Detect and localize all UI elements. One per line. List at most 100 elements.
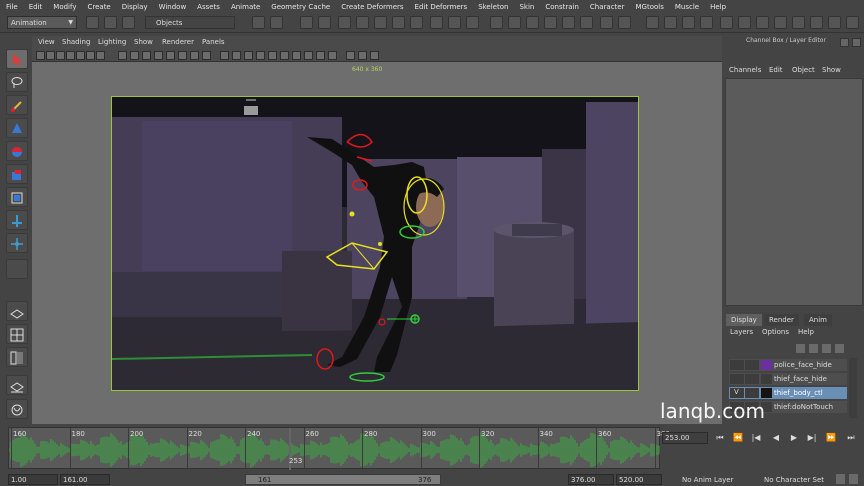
go-to-start-icon[interactable]: ⏮	[714, 433, 726, 444]
status-line-tool-icon[interactable]	[562, 16, 575, 29]
add-to-layer-icon[interactable]	[835, 344, 844, 353]
menu-constrain[interactable]: Constrain	[539, 3, 584, 11]
lasso-tool-icon[interactable]	[6, 72, 28, 92]
menu-geometry-cache[interactable]: Geometry Cache	[265, 3, 335, 11]
menu-create-deformers[interactable]: Create Deformers	[335, 3, 408, 11]
single-perspective-layout-icon[interactable]	[6, 301, 28, 321]
panel-tool-icon[interactable]	[86, 51, 95, 60]
last-tool-icon[interactable]	[6, 259, 28, 279]
persp-graph-layout-icon[interactable]	[6, 375, 28, 395]
soft-modification-icon[interactable]	[6, 210, 28, 230]
selection-mask-field[interactable]: Objects	[145, 16, 235, 29]
panel-menu-shading[interactable]: Shading	[62, 38, 90, 46]
panel-tool-icon[interactable]	[304, 51, 313, 60]
panel-tool-icon[interactable]	[316, 51, 325, 60]
panel-tool-icon[interactable]	[178, 51, 187, 60]
status-line-tool-icon[interactable]	[392, 16, 405, 29]
key-icon[interactable]	[836, 474, 845, 484]
layer-scrollbar[interactable]	[849, 358, 857, 418]
scale-tool-icon[interactable]	[6, 164, 28, 184]
time-slider[interactable]: 160180200220240260280300320340360380 253	[8, 427, 670, 470]
status-line-tool-icon[interactable]	[720, 16, 733, 29]
persp-outliner-layout-icon[interactable]	[6, 347, 28, 367]
layer-display-type-toggle[interactable]	[745, 360, 759, 370]
layer-row[interactable]: police_face_hide	[729, 359, 847, 371]
panel-menu-lighting[interactable]: Lighting	[98, 38, 126, 46]
panel-tool-icon[interactable]	[190, 51, 199, 60]
menu-skeleton[interactable]: Skeleton	[472, 3, 513, 11]
layer-menu-options[interactable]: Options	[762, 328, 789, 336]
panel-tool-icon[interactable]	[358, 51, 367, 60]
status-line-tool-icon[interactable]	[448, 16, 461, 29]
channel-box-panel[interactable]	[725, 78, 863, 306]
status-line-tool-icon[interactable]	[466, 16, 479, 29]
step-back-key-icon[interactable]: |◀	[750, 433, 762, 444]
panel-tool-icon[interactable]	[166, 51, 175, 60]
step-back-frame-icon[interactable]: ⏪	[732, 433, 744, 444]
panel-tool-icon[interactable]	[96, 51, 105, 60]
menu-file[interactable]: File	[0, 3, 23, 11]
anim-layer-label[interactable]: No Anim Layer	[682, 476, 733, 484]
layer-color-swatch[interactable]	[761, 360, 772, 370]
layer-visibility-toggle[interactable]	[730, 374, 744, 384]
layer-tab-display[interactable]: Display	[726, 314, 762, 326]
hypershade-layout-icon[interactable]	[6, 399, 28, 419]
playback-start-field[interactable]: 161.00	[60, 474, 110, 485]
menu-create[interactable]: Create	[81, 3, 115, 11]
status-line-tool-icon[interactable]	[828, 16, 841, 29]
step-forward-frame-icon[interactable]: ⏩	[825, 433, 837, 444]
animation-end-field[interactable]: 520.00	[616, 474, 662, 485]
panel-tool-icon[interactable]	[232, 51, 241, 60]
status-line-tool-icon[interactable]	[252, 16, 265, 29]
menu-edit[interactable]: Edit	[23, 3, 48, 11]
select-tool-icon[interactable]	[6, 49, 28, 69]
status-line-tool-icon[interactable]	[508, 16, 521, 29]
status-line-tool-icon[interactable]	[618, 16, 631, 29]
status-line-tool-icon[interactable]	[646, 16, 659, 29]
layer-menu-layers[interactable]: Layers	[730, 328, 753, 336]
layer-menu-help[interactable]: Help	[798, 328, 814, 336]
status-line-tool-icon[interactable]	[410, 16, 423, 29]
panel-tool-icon[interactable]	[46, 51, 55, 60]
status-line-tool-icon[interactable]	[664, 16, 677, 29]
current-frame-field[interactable]: 253.00	[662, 432, 708, 444]
status-line-tool-icon[interactable]	[700, 16, 713, 29]
layer-row[interactable]: thief_face_hide	[729, 373, 847, 385]
step-forward-key-icon[interactable]: ▶|	[806, 433, 818, 444]
panel-tool-icon[interactable]	[142, 51, 151, 60]
layer-up-icon[interactable]	[796, 344, 805, 353]
status-line-tool-icon[interactable]	[600, 16, 613, 29]
panel-tool-icon[interactable]	[292, 51, 301, 60]
channel-box-menu-edit[interactable]: Edit	[769, 66, 783, 74]
panel-tool-icon[interactable]	[280, 51, 289, 60]
menu-window[interactable]: Window	[153, 3, 192, 11]
status-line-tool-icon[interactable]	[430, 16, 443, 29]
status-line-tool-icon[interactable]	[682, 16, 695, 29]
channel-box-menu-object[interactable]: Object	[792, 66, 815, 74]
layer-color-swatch[interactable]	[761, 374, 772, 384]
status-line-tool-icon[interactable]	[774, 16, 787, 29]
universal-manipulator-icon[interactable]	[6, 187, 28, 207]
panel-menu-view[interactable]: View	[38, 38, 55, 46]
panel-tool-icon[interactable]	[268, 51, 277, 60]
save-scene-icon[interactable]	[122, 16, 135, 29]
playback-end-field[interactable]: 376.00	[568, 474, 614, 485]
channel-box-menu-channels[interactable]: Channels	[729, 66, 761, 74]
new-scene-icon[interactable]	[86, 16, 99, 29]
status-line-tool-icon[interactable]	[338, 16, 351, 29]
panel-tool-icon[interactable]	[220, 51, 229, 60]
menu-assets[interactable]: Assets	[191, 3, 225, 11]
range-slider[interactable]: 161 376	[245, 474, 441, 485]
panel-menu-show[interactable]: Show	[134, 38, 153, 46]
panel-menu-panels[interactable]: Panels	[202, 38, 225, 46]
status-line-tool-icon[interactable]	[846, 16, 859, 29]
status-line-tool-icon[interactable]	[526, 16, 539, 29]
panel-tool-icon[interactable]	[202, 51, 211, 60]
panel-tool-icon[interactable]	[346, 51, 355, 60]
layer-visibility-toggle[interactable]	[730, 360, 744, 370]
menu-help[interactable]: Help	[704, 3, 731, 11]
status-line-tool-icon[interactable]	[580, 16, 593, 29]
menu-set-dropdown[interactable]: Animation ▼	[7, 16, 77, 29]
rotate-tool-icon[interactable]	[6, 141, 28, 161]
menu-muscle[interactable]: Muscle	[669, 3, 704, 11]
